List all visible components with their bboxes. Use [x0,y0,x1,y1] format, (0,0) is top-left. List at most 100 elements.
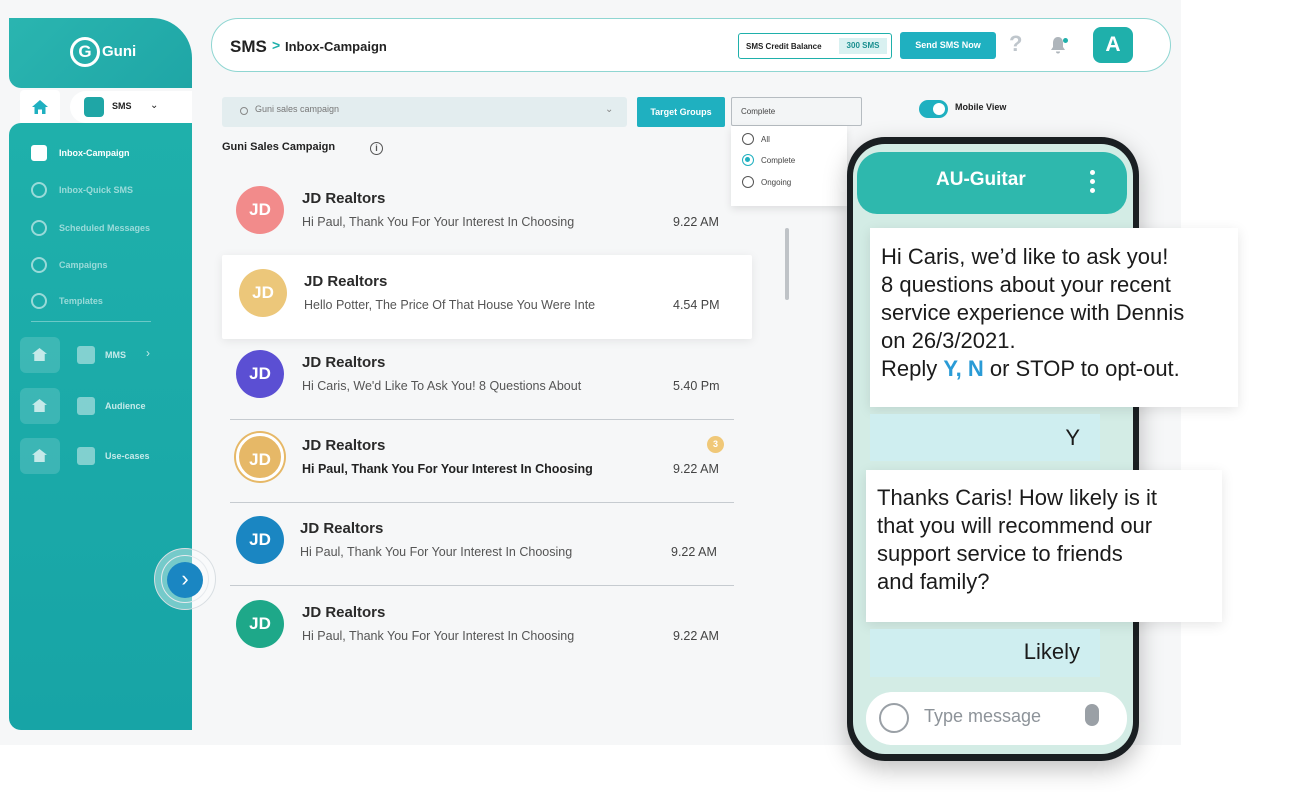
send-sms-button[interactable]: Send SMS Now [900,32,996,59]
top-header: SMS > Inbox-Campaign SMS Credit Balance … [211,18,1171,72]
contact-avatar: JD [236,186,284,234]
message-line: service experience with Dennis [881,300,1185,325]
conversation-item[interactable]: JD JD Realtors Hi Paul, Thank You For Yo… [230,172,734,256]
sidebar-item-inbox-quick-sms[interactable]: Inbox-Quick SMS [31,182,133,198]
sidebar-item-label: Templates [59,296,103,306]
help-icon[interactable]: ? [1009,31,1022,57]
conversation-item-unread[interactable]: JD JD Realtors Hi Paul, Thank You For Yo… [230,419,734,503]
sidebar-group-mms[interactable]: MMS › [20,337,180,373]
contact-name: JD Realtors [300,520,384,537]
microphone-icon[interactable] [1085,704,1099,726]
campaign-search-value: Guni sales campaign [255,104,340,114]
mms-icon [77,346,95,364]
conversation-item[interactable]: JD JD Realtors Hi Paul, Thank You For Yo… [230,502,734,586]
campaign-search-select[interactable]: Guni sales campaign ⌄ [222,97,627,127]
message-line: Reply Y, N or STOP to opt-out. [881,355,1227,383]
sidebar-item-campaigns[interactable]: Campaigns [31,257,108,273]
message-preview: Hi Paul, Thank You For Your Interest In … [302,215,575,229]
message-time: 9.22 AM [673,629,719,643]
sms-credit-balance: SMS Credit Balance 300 SMS [738,33,892,59]
sms-icon [84,97,104,117]
message-line: and family? [877,569,990,594]
message-time: 9.22 AM [673,215,719,229]
status-option-all[interactable]: All [742,133,770,145]
message-time: 4.54 PM [673,298,720,312]
message-line: 8 questions about your recent [881,272,1171,297]
product-switcher[interactable]: SMS ⌄ [70,91,192,123]
scrollbar-thumb[interactable] [785,228,789,300]
message-line: on 26/3/2021. [881,328,1016,353]
conversation-item[interactable]: JD JD Realtors Hi Caris, We'd Like To As… [230,336,734,420]
chevron-down-icon: ⌄ [150,100,159,111]
conversation-item-selected[interactable]: JD JD Realtors Hello Potter, The Price O… [222,255,752,339]
chat-icon [31,182,47,198]
credit-label: SMS Credit Balance [746,42,822,51]
breadcrumb-root[interactable]: SMS [230,37,267,57]
edit-icon [77,447,95,465]
conversation-item[interactable]: JD JD Realtors Hi Paul, Thank You For Yo… [230,586,734,670]
more-vertical-icon[interactable] [1090,170,1096,196]
home-icon [32,100,48,114]
contact-avatar: JD [236,433,284,481]
sidebar-item-inbox-campaign[interactable]: Inbox-Campaign [31,145,130,161]
contact-name: JD Realtors [302,437,386,454]
contact-name: JD Realtors [302,190,386,207]
mobile-view-label: Mobile View [955,102,1007,112]
radio-selected-icon [742,154,754,166]
emoji-icon[interactable] [879,703,909,733]
status-dropdown: All Complete Ongoing [731,126,847,206]
home-icon [20,388,60,424]
search-icon [240,107,248,115]
input-placeholder: Type message [924,706,1042,726]
home-icon [20,337,60,373]
info-icon[interactable]: i [370,142,383,155]
message-time: 9.22 AM [671,545,717,559]
users-icon [77,397,95,415]
sidebar-item-scheduled-messages[interactable]: Scheduled Messages [31,220,150,236]
group-label: Audience [105,401,146,411]
incoming-message: Thanks Caris! How likely is it that you … [866,470,1222,622]
target-groups-button[interactable]: Target Groups [637,97,725,127]
inbox-icon [31,145,47,161]
contact-avatar: JD [236,516,284,564]
reply-prefix: Reply [881,356,944,381]
brand-logo-box [9,18,192,88]
sidebar-item-label: Inbox-Campaign [59,148,130,158]
clock-icon [31,220,47,236]
chevron-right-icon: > [272,37,281,53]
status-option-ongoing[interactable]: Ongoing [742,176,791,188]
contact-avatar: JD [236,350,284,398]
sidebar-item-templates[interactable]: Templates [31,293,103,309]
option-label: All [761,134,770,144]
group-label: MMS [105,350,126,360]
contact-name: JD Realtors [302,604,386,621]
home-icon [20,438,60,474]
contact-avatar: JD [239,269,287,317]
sidebar-collapse-button[interactable]: › [167,562,203,598]
option-label: Complete [761,155,796,165]
outgoing-message: Likely [870,629,1100,677]
message-preview: Hi Caris, We'd Like To Ask You! 8 Questi… [302,379,582,393]
product-switcher-label: SMS [112,101,132,111]
user-avatar[interactable]: A [1093,27,1133,63]
contact-avatar: JD [236,600,284,648]
sidebar-divider [31,321,151,322]
sidebar-group-use-cases[interactable]: Use-cases [20,438,180,474]
phone-message-input[interactable]: Type message [866,692,1127,745]
message-time: 5.40 Pm [673,379,720,393]
message-preview: Hi Paul, Thank You For Your Interest In … [302,629,575,643]
mobile-view-toggle[interactable] [919,100,948,118]
status-option-complete[interactable]: Complete [742,154,795,166]
contact-name: JD Realtors [302,354,386,371]
sidebar-item-label: Inbox-Quick SMS [59,185,134,195]
sidebar-item-label: Scheduled Messages [59,223,151,233]
home-button[interactable] [20,90,60,125]
sidebar-group-audience[interactable]: Audience [20,388,180,424]
radio-icon [742,133,754,145]
incoming-message: Hi Caris, we’d like to ask you! 8 questi… [870,228,1238,407]
group-label: Use-cases [105,451,150,461]
breadcrumb-current: Inbox-Campaign [285,39,387,54]
reply-suffix: or STOP to opt-out. [983,356,1180,381]
status-select[interactable]: Complete [731,97,862,126]
message-preview: Hi Paul, Thank You For Your Interest In … [302,462,593,476]
